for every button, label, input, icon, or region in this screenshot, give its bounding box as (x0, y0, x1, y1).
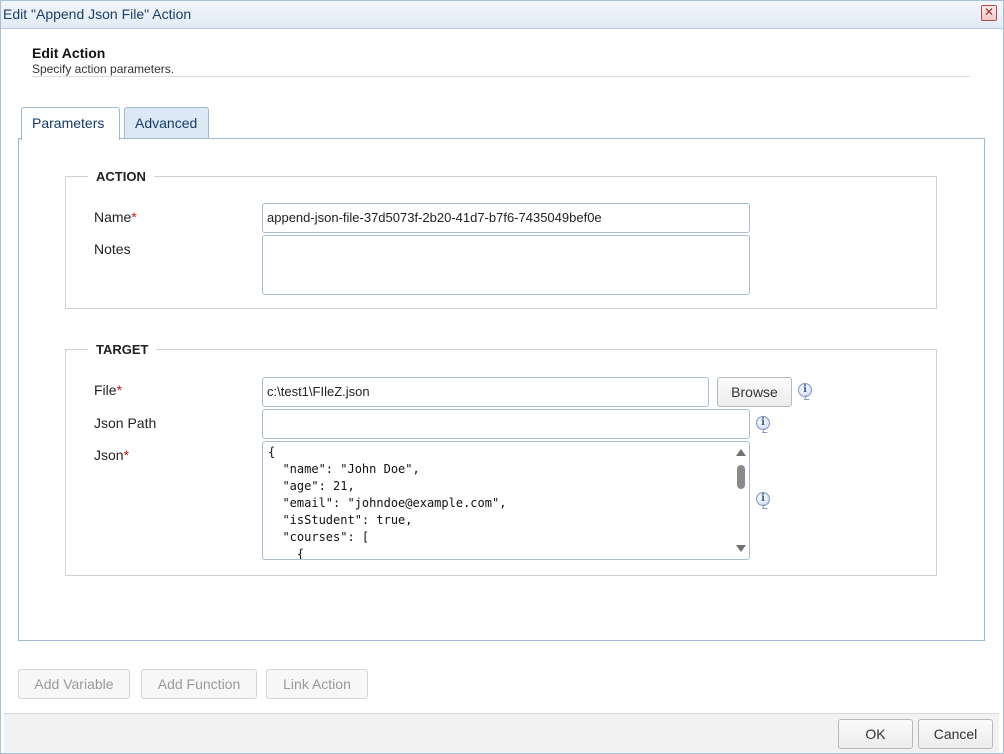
tab-advanced[interactable]: Advanced (124, 107, 209, 139)
scroll-up-arrow-icon[interactable] (736, 449, 746, 456)
json-path-input[interactable] (262, 409, 750, 439)
parameters-panel: ACTION Name* append-json-file-37d5073f-2… (18, 138, 985, 641)
json-textarea[interactable]: { "name": "John Doe", "age": 21, "email"… (262, 441, 750, 560)
dialog-title: Edit "Append Json File" Action (3, 6, 192, 22)
file-input[interactable]: c:\test1\FIleZ.json (262, 377, 709, 407)
dialog-content: Edit Action Specify action parameters. P… (4, 30, 999, 713)
json-scrollbar[interactable] (733, 442, 749, 559)
notes-label: Notes (94, 241, 131, 257)
action-legend: ACTION (96, 169, 146, 184)
json-path-label: Json Path (94, 415, 157, 431)
target-legend: TARGET (96, 342, 149, 357)
tab-parameters[interactable]: Parameters (21, 107, 120, 140)
header-subtitle: Specify action parameters. (32, 62, 175, 76)
dialog-titlebar[interactable]: Edit "Append Json File" Action ✕ (1, 1, 1003, 29)
header-divider (32, 76, 970, 77)
edit-action-dialog: Edit "Append Json File" Action ✕ Edit Ac… (0, 0, 1004, 754)
info-icon[interactable]: i (756, 492, 770, 506)
notes-textarea[interactable] (262, 235, 750, 295)
browse-button[interactable]: Browse (717, 377, 792, 407)
header-title: Edit Action (32, 45, 106, 61)
name-input[interactable]: append-json-file-37d5073f-2b20-41d7-b7f6… (262, 203, 750, 233)
add-function-button[interactable]: Add Function (141, 669, 257, 699)
close-icon[interactable]: ✕ (981, 5, 997, 21)
dialog-footer: OK Cancel (4, 713, 999, 753)
add-variable-button[interactable]: Add Variable (18, 669, 130, 699)
scroll-down-arrow-icon[interactable] (736, 545, 746, 552)
scroll-thumb[interactable] (737, 465, 745, 489)
json-label: Json* (94, 447, 130, 463)
required-marker: * (123, 447, 130, 463)
cancel-button[interactable]: Cancel (918, 719, 993, 749)
ok-button[interactable]: OK (838, 719, 913, 749)
required-marker: * (116, 382, 123, 398)
json-content[interactable]: { "name": "John Doe", "age": 21, "email"… (268, 444, 506, 559)
name-label: Name* (94, 209, 137, 225)
info-icon[interactable]: i (798, 383, 812, 397)
info-icon[interactable]: i (756, 416, 770, 430)
link-action-button[interactable]: Link Action (266, 669, 368, 699)
file-label: File* (94, 382, 123, 398)
required-marker: * (131, 209, 137, 225)
